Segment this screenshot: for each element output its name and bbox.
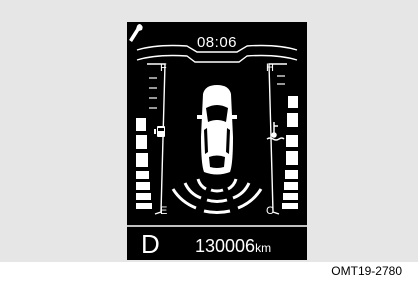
gear-indicator: D <box>141 229 160 259</box>
clock-time: 08:06 <box>196 34 238 51</box>
fuel-gauge-ticks <box>149 77 157 109</box>
wrench-icon <box>129 24 143 42</box>
temp-gauge-segments <box>282 96 298 209</box>
temp-hot-label: H <box>266 62 274 74</box>
coolant-temperature-icon <box>266 122 285 141</box>
cluster-display: 08:06 F E H C D 130006km <box>127 22 307 260</box>
fuel-full-label: F <box>160 62 167 74</box>
fuel-pump-icon <box>154 126 165 137</box>
fuel-gauge-segments <box>136 118 152 209</box>
parking-sensor-arcs <box>171 178 263 214</box>
car-top-view-icon <box>197 85 237 175</box>
cluster-graphics <box>127 44 307 227</box>
odometer-unit: km <box>255 241 272 255</box>
figure-code: OMT19-2780 <box>331 264 402 278</box>
temp-cold-label: C <box>266 205 274 217</box>
odometer-value: 130006 <box>195 236 256 256</box>
fuel-gauge-frame <box>147 63 166 215</box>
fuel-empty-label: E <box>160 205 168 217</box>
odometer: 130006km <box>195 236 271 257</box>
temp-gauge-ticks <box>277 75 285 85</box>
